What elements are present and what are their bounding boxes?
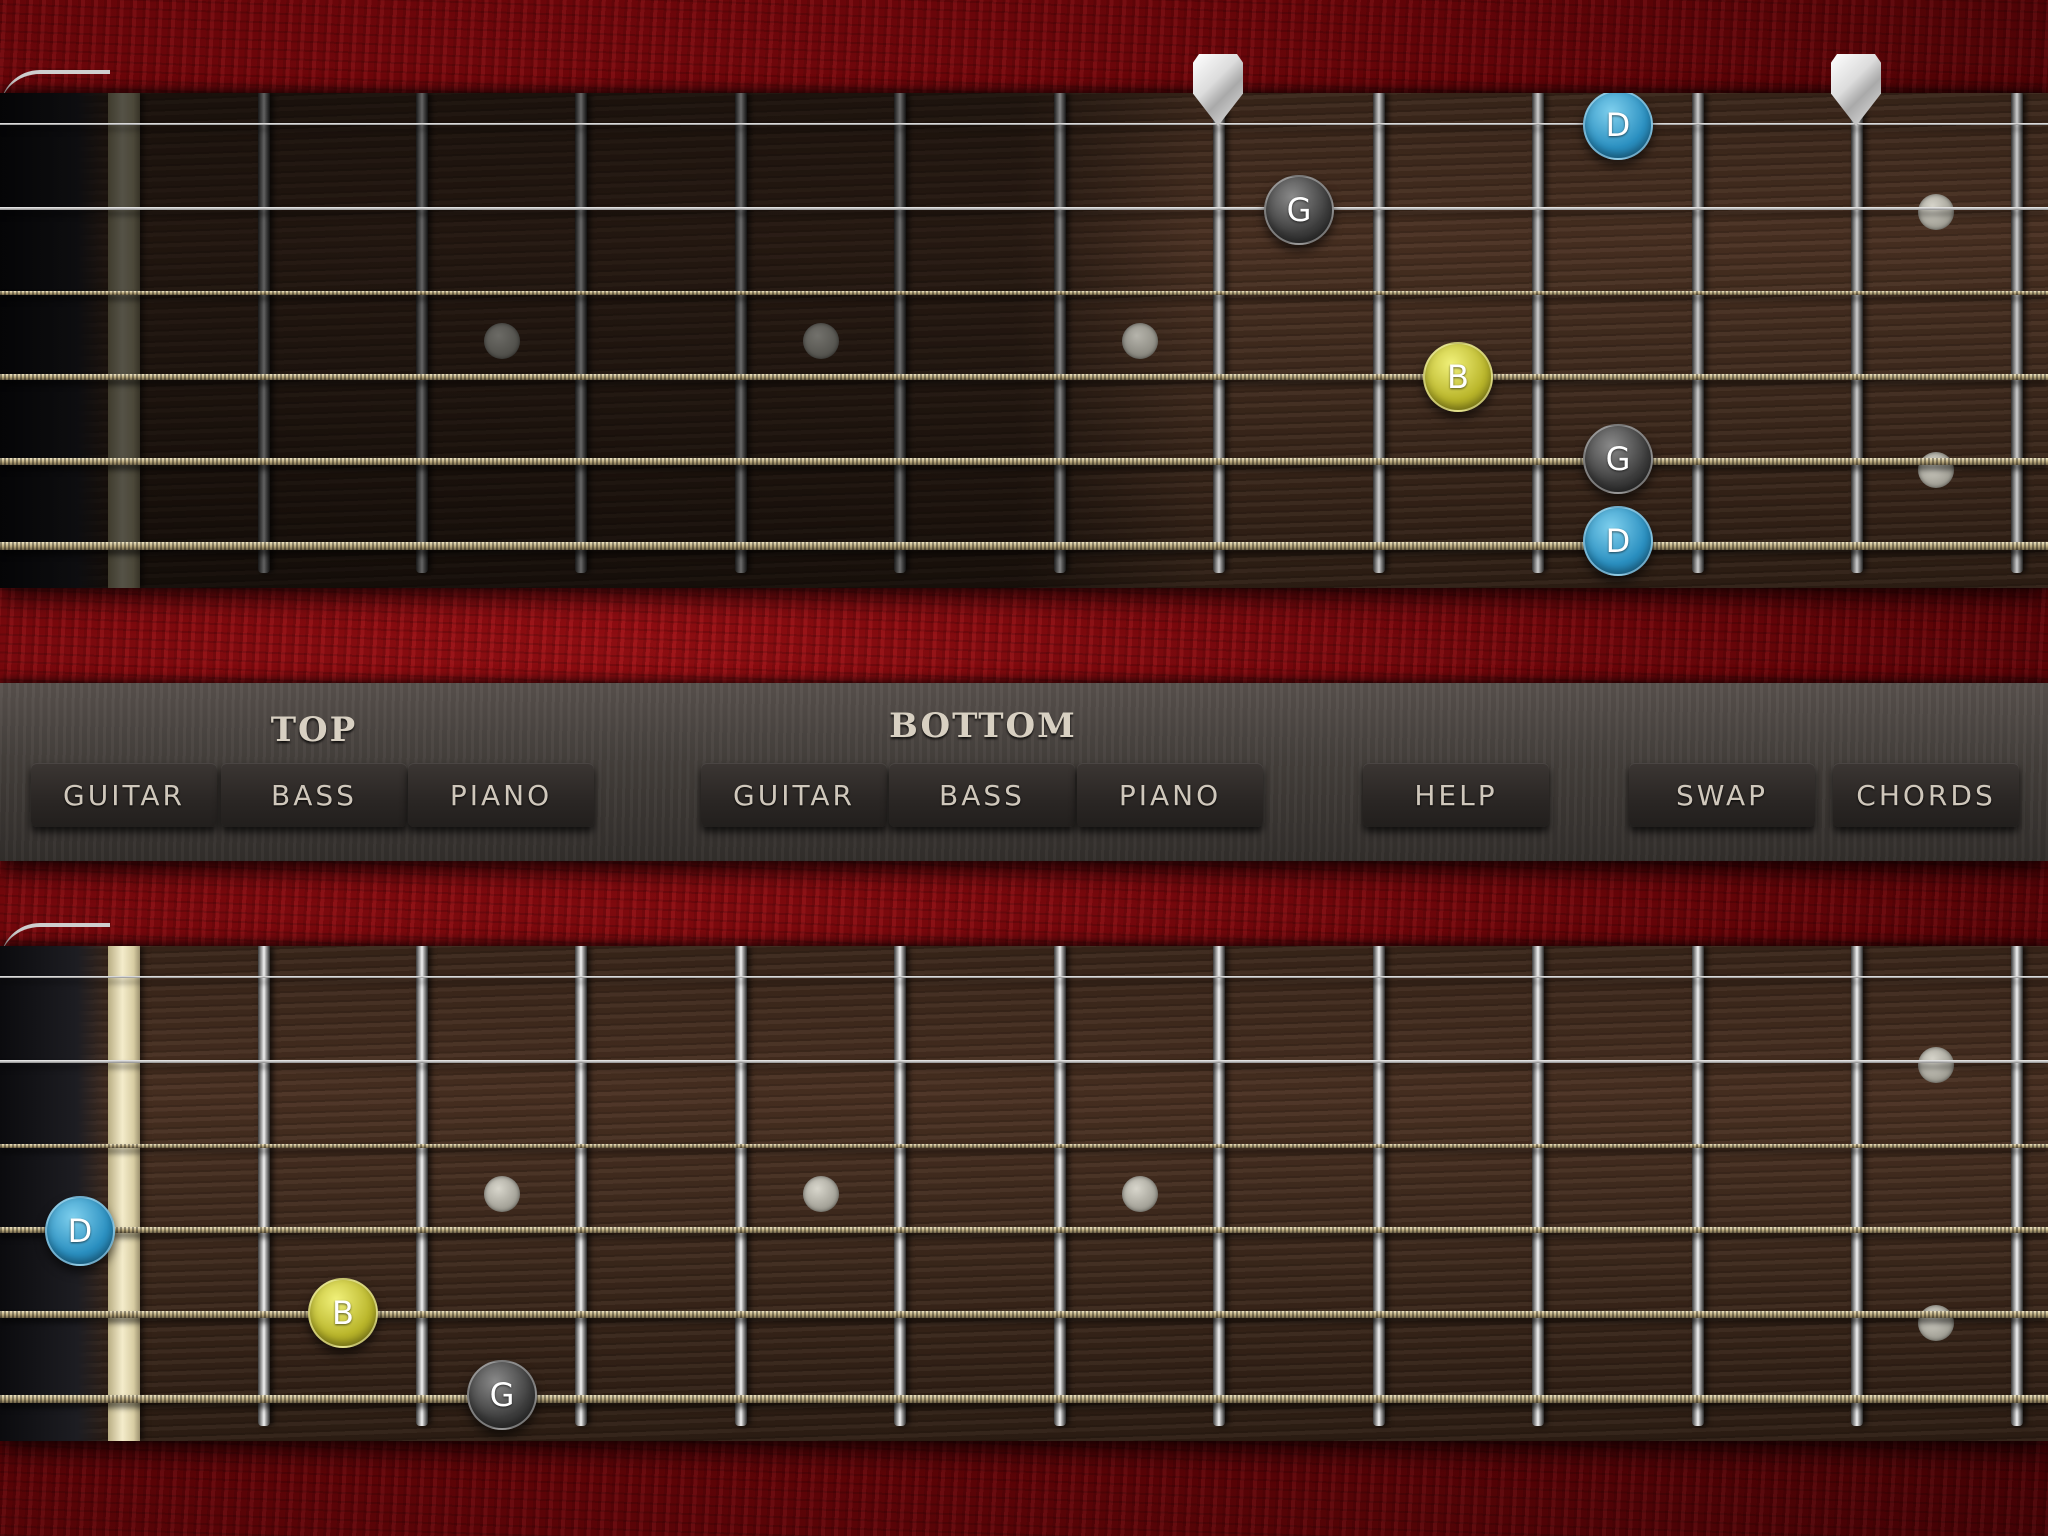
- bottom-guitar-button[interactable]: GUITAR: [701, 763, 887, 827]
- bottom-piano-button[interactable]: PIANO: [1077, 763, 1263, 827]
- top-fret-12: [2011, 93, 2023, 573]
- top-string-5[interactable]: [0, 458, 2048, 465]
- bottom-string-1[interactable]: [0, 976, 2048, 978]
- top-string-2[interactable]: [0, 207, 2048, 210]
- bottom-fret-7: [1213, 946, 1225, 1426]
- top-group-title: TOP: [270, 710, 358, 750]
- top-fret-7: [1213, 93, 1225, 573]
- top-inlay-12a: [1918, 194, 1954, 230]
- top-string-1[interactable]: [0, 123, 2048, 125]
- top-string-6[interactable]: [0, 542, 2048, 550]
- bottom-string-6[interactable]: [0, 1395, 2048, 1403]
- bottom-fret-11: [1851, 946, 1863, 1426]
- bottom-fret-2: [416, 946, 428, 1426]
- control-bar: TOP GUITAR BASS PIANO BOTTOM GUITAR BASS…: [0, 683, 2048, 861]
- bottom-fret-8: [1373, 946, 1385, 1426]
- top-note-g-string5[interactable]: G: [1583, 424, 1653, 494]
- bottom-fret-5: [894, 946, 906, 1426]
- top-note-d-string1[interactable]: D: [1583, 93, 1653, 160]
- top-guitar-button[interactable]: GUITAR: [31, 763, 217, 827]
- swap-button[interactable]: SWAP: [1629, 763, 1815, 827]
- bottom-fret-4: [735, 946, 747, 1426]
- bottom-fret-10: [1692, 946, 1704, 1426]
- top-note-d-string6[interactable]: D: [1583, 506, 1653, 576]
- bottom-inlay-7: [1122, 1176, 1158, 1212]
- bottom-fret-9: [1532, 946, 1544, 1426]
- top-fret-10: [1692, 93, 1704, 573]
- top-fret-9: [1532, 93, 1544, 573]
- bottom-inlay-12a: [1918, 1047, 1954, 1083]
- top-fretboard-dim-overlay: [0, 93, 1200, 588]
- top-string-3[interactable]: [0, 291, 2048, 295]
- top-note-g-string2[interactable]: G: [1264, 175, 1334, 245]
- bottom-string-4[interactable]: [0, 1227, 2048, 1233]
- bottom-note-g-string6[interactable]: G: [467, 1360, 537, 1430]
- top-bass-button[interactable]: BASS: [221, 763, 407, 827]
- top-fret-11: [1851, 93, 1863, 573]
- bottom-inlay-5: [803, 1176, 839, 1212]
- top-piano-button[interactable]: PIANO: [408, 763, 594, 827]
- bottom-group-title: BOTTOM: [889, 706, 1077, 746]
- bottom-headstock-shadow: [0, 946, 110, 1441]
- bottom-fret-3: [575, 946, 587, 1426]
- chords-button[interactable]: CHORDS: [1833, 763, 2019, 827]
- bottom-bass-button[interactable]: BASS: [889, 763, 1075, 827]
- bottom-note-d-string4[interactable]: D: [45, 1196, 115, 1266]
- bottom-nut: [108, 946, 140, 1441]
- top-string-4[interactable]: [0, 374, 2048, 380]
- bottom-note-b-string5[interactable]: B: [308, 1278, 378, 1348]
- help-button[interactable]: HELP: [1363, 763, 1549, 827]
- top-fretboard[interactable]: D G B G D: [0, 93, 2048, 588]
- bottom-inlay-3: [484, 1176, 520, 1212]
- bottom-string-2[interactable]: [0, 1060, 2048, 1063]
- top-note-b-string4[interactable]: B: [1423, 342, 1493, 412]
- bottom-fret-12: [2011, 946, 2023, 1426]
- top-fret-8: [1373, 93, 1385, 573]
- bottom-string-3[interactable]: [0, 1144, 2048, 1148]
- bottom-fret-6: [1054, 946, 1066, 1426]
- bottom-fret-1: [258, 946, 270, 1426]
- bottom-fretboard[interactable]: D B G: [0, 946, 2048, 1441]
